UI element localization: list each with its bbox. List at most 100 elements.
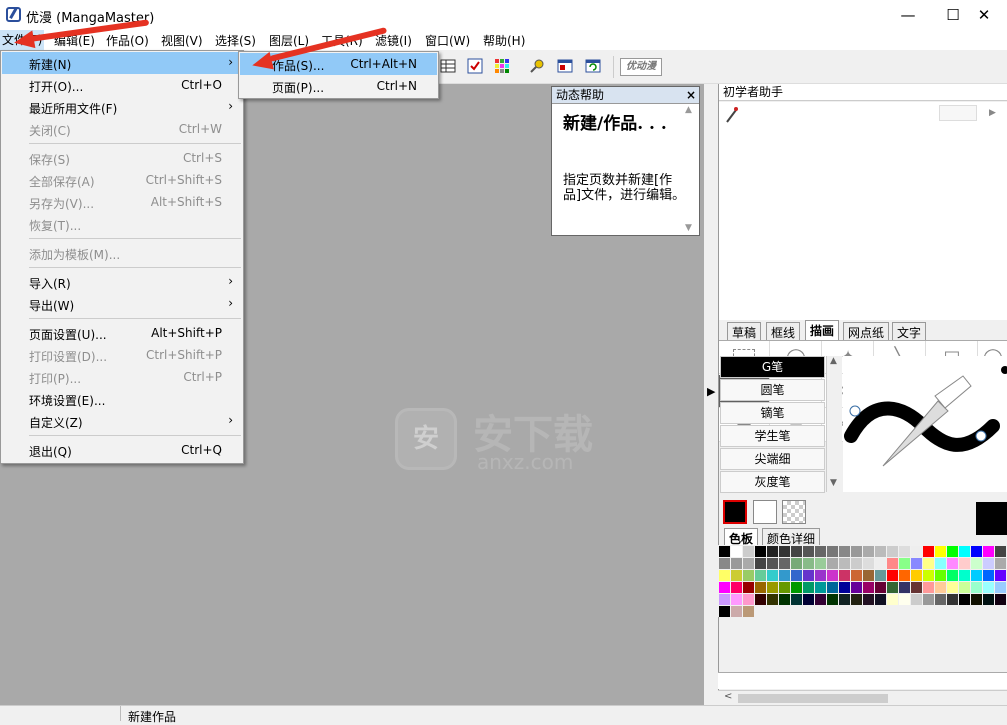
palette-swatch[interactable] (935, 558, 946, 569)
palette-swatch[interactable] (731, 558, 742, 569)
pen-item-gray[interactable]: 灰度笔 (720, 471, 825, 493)
pen-item-fine[interactable]: 尖端细 (720, 448, 825, 470)
collapse-arrow-icon[interactable]: ▶ (707, 385, 715, 398)
menu-work[interactable]: 作品(O) (106, 32, 149, 49)
palette-swatch[interactable] (851, 558, 862, 569)
tab-draft[interactable]: 草稿 (727, 322, 762, 340)
close-icon[interactable]: × (686, 87, 696, 104)
palette-swatch[interactable] (899, 594, 910, 605)
palette-swatch[interactable] (827, 546, 838, 557)
transparent-color-swatch[interactable] (782, 500, 806, 524)
palette-swatch[interactable] (719, 546, 730, 557)
palette-swatch[interactable] (743, 606, 754, 617)
palette-swatch[interactable] (743, 594, 754, 605)
palette-swatch[interactable] (911, 594, 922, 605)
dropper-icon[interactable] (725, 106, 739, 124)
palette-swatch[interactable] (923, 582, 934, 593)
background-color-swatch[interactable] (753, 500, 777, 524)
help-scrollbar[interactable]: ▲ ▼ (685, 105, 697, 235)
palette-swatch[interactable] (971, 558, 982, 569)
refresh-window-icon[interactable] (585, 58, 601, 74)
assistant-input[interactable] (939, 105, 977, 121)
palette-swatch[interactable] (887, 582, 898, 593)
color-grid-icon[interactable] (494, 58, 510, 74)
palette-swatch[interactable] (959, 594, 970, 605)
assistant-arrow-icon[interactable]: ▶ (989, 108, 996, 118)
palette-swatch[interactable] (743, 582, 754, 593)
tab-frame[interactable]: 框线 (766, 322, 801, 340)
close-icon[interactable]: ✕ (961, 0, 1007, 30)
palette-swatch[interactable] (731, 570, 742, 581)
palette-swatch[interactable] (875, 594, 886, 605)
palette-swatch[interactable] (935, 570, 946, 581)
logo-button[interactable]: 优动漫 (620, 58, 662, 76)
palette-swatch[interactable] (971, 570, 982, 581)
palette-swatch[interactable] (983, 546, 994, 557)
palette-swatch[interactable] (863, 546, 874, 557)
file-menu-item[interactable]: 打开(O)... Ctrl+O (2, 74, 242, 96)
palette-swatch[interactable] (791, 570, 802, 581)
palette-swatch[interactable] (947, 546, 958, 557)
palette-swatch[interactable] (887, 546, 898, 557)
palette-swatch[interactable] (983, 570, 994, 581)
palette-swatch[interactable] (995, 570, 1006, 581)
file-menu-item[interactable]: 环境设置(E)... (2, 388, 242, 410)
palette-swatch[interactable] (767, 558, 778, 569)
palette-swatch[interactable] (983, 582, 994, 593)
palette-swatch[interactable] (743, 558, 754, 569)
palette-swatch[interactable] (863, 594, 874, 605)
horizontal-scrollbar[interactable]: < (718, 690, 1007, 705)
pen-item-student[interactable]: 学生笔 (720, 425, 825, 447)
palette-swatch[interactable] (983, 594, 994, 605)
palette-swatch[interactable] (947, 558, 958, 569)
palette-swatch[interactable] (935, 546, 946, 557)
palette-swatch[interactable] (887, 570, 898, 581)
palette-swatch[interactable] (827, 570, 838, 581)
palette-swatch[interactable] (851, 582, 862, 593)
menu-select[interactable]: 选择(S) (215, 32, 256, 49)
tab-color-detail[interactable]: 颜色详细 (762, 528, 821, 546)
palette-swatch[interactable] (911, 546, 922, 557)
foreground-color-swatch[interactable] (723, 500, 747, 524)
tab-palette[interactable]: 色板 (724, 528, 759, 546)
menu-filter[interactable]: 滤镜(I) (375, 32, 412, 49)
file-menu-item[interactable]: 页面设置(U)... Alt+Shift+P (2, 322, 242, 344)
palette-swatch[interactable] (791, 558, 802, 569)
file-menu-item[interactable]: 新建(N) › (2, 52, 242, 74)
menu-window[interactable]: 窗口(W) (425, 32, 470, 49)
palette-swatch[interactable] (923, 558, 934, 569)
palette-swatch[interactable] (839, 558, 850, 569)
palette-swatch[interactable] (755, 558, 766, 569)
pen-list-scrollbar[interactable]: ▲ ▼ (826, 356, 842, 492)
palette-swatch[interactable] (827, 558, 838, 569)
palette-swatch[interactable] (743, 546, 754, 557)
palette-swatch[interactable] (731, 594, 742, 605)
palette-swatch[interactable] (731, 606, 742, 617)
palette-swatch[interactable] (899, 546, 910, 557)
palette-swatch[interactable] (875, 546, 886, 557)
palette-swatch[interactable] (995, 558, 1006, 569)
palette-swatch[interactable] (767, 582, 778, 593)
palette-swatch[interactable] (935, 582, 946, 593)
palette-swatch[interactable] (803, 558, 814, 569)
palette-swatch[interactable] (755, 570, 766, 581)
minimize-icon[interactable]: — (885, 0, 931, 30)
key-icon[interactable] (529, 58, 545, 74)
submenu-new-page[interactable]: 页面(P)... Ctrl+N (240, 75, 437, 97)
palette-swatch[interactable] (779, 594, 790, 605)
palette-swatch[interactable] (815, 570, 826, 581)
palette-swatch[interactable] (959, 582, 970, 593)
palette-swatch[interactable] (767, 570, 778, 581)
palette-swatch[interactable] (923, 570, 934, 581)
palette-swatch[interactable] (947, 582, 958, 593)
palette-swatch[interactable] (911, 582, 922, 593)
table-icon[interactable] (440, 58, 456, 74)
palette-swatch[interactable] (971, 546, 982, 557)
palette-swatch[interactable] (815, 546, 826, 557)
palette-swatch[interactable] (899, 570, 910, 581)
palette-swatch[interactable] (815, 582, 826, 593)
palette-swatch[interactable] (863, 582, 874, 593)
palette-swatch[interactable] (791, 582, 802, 593)
palette-swatch[interactable] (947, 570, 958, 581)
palette-swatch[interactable] (851, 546, 862, 557)
